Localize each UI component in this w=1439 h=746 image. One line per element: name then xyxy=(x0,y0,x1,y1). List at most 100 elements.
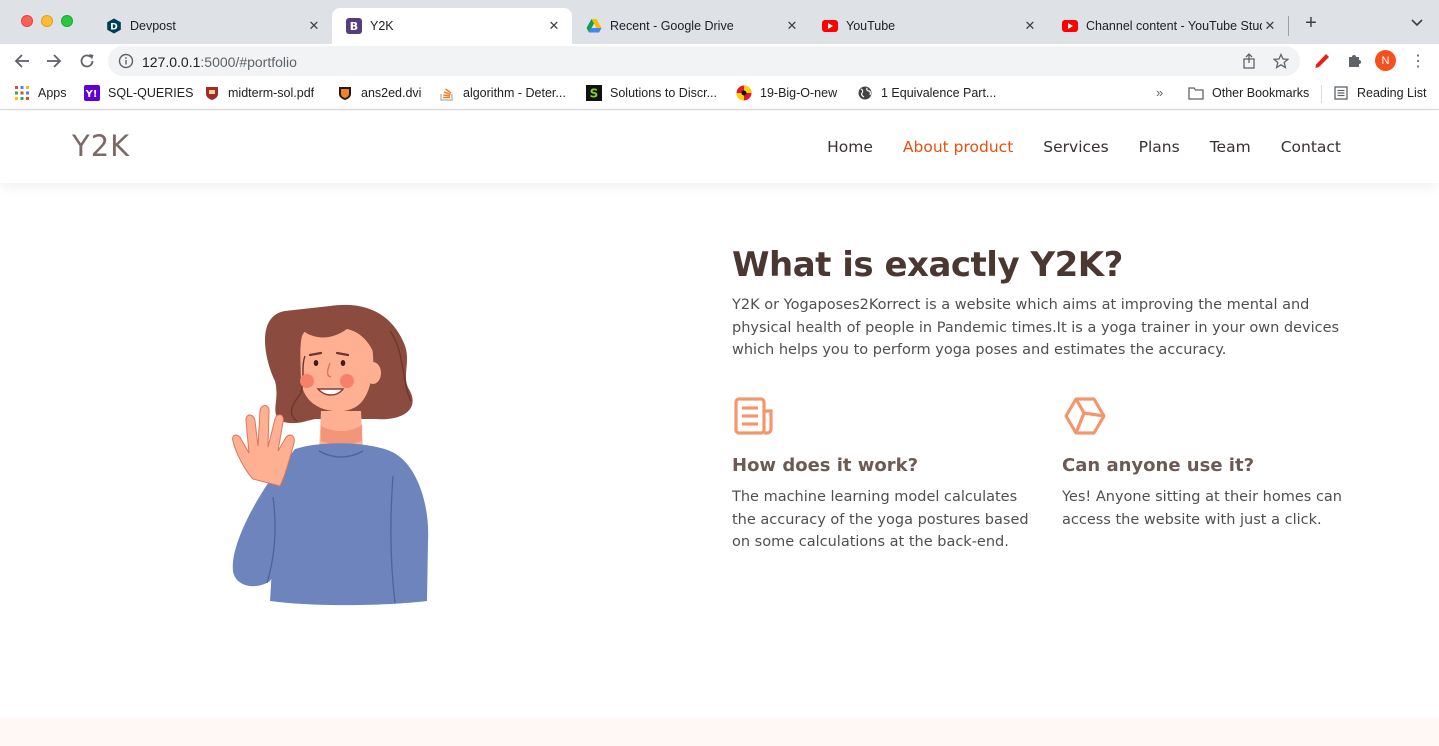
feature-can-anyone-use: Can anyone use it? Yes! Anyone sitting a… xyxy=(1062,395,1372,531)
bookmark-label: ans2ed.dvi xyxy=(361,86,422,100)
about-title: What is exactly Y2K? xyxy=(732,245,1123,285)
google-drive-icon xyxy=(586,18,602,34)
bookmark-ans2ed[interactable]: ans2ed.dvi xyxy=(337,83,421,103)
bookmark-label: midterm-sol.pdf xyxy=(228,86,315,100)
tab-google-drive[interactable]: Recent - Google Drive ✕ xyxy=(572,8,810,44)
bookmark-label: 1 Equivalence Part... xyxy=(881,86,997,100)
tab-search-chevron-icon[interactable] xyxy=(1408,14,1426,32)
tab-title: Y2K xyxy=(370,19,394,33)
close-icon[interactable]: ✕ xyxy=(784,18,800,34)
url-path: :5000/#portfolio xyxy=(200,54,297,70)
about-description: Y2K or Yogaposes2Korrect is a website wh… xyxy=(732,297,1340,358)
bookmark-midterm-sol[interactable]: midterm-sol.pdf xyxy=(204,83,314,103)
folder-icon xyxy=(1188,85,1204,101)
bookmark-algorithm[interactable]: algorithm - Deter... xyxy=(439,83,566,103)
bookmark-label: Apps xyxy=(38,86,67,100)
close-icon[interactable]: ✕ xyxy=(546,18,562,34)
bookmark-label: 19-Big-O-new xyxy=(760,86,838,100)
slader-icon: S xyxy=(586,85,602,101)
nav-plans[interactable]: Plans xyxy=(1139,138,1180,156)
url-text: 127.0.0.1:5000/#portfolio xyxy=(142,54,297,70)
bookmarks-divider xyxy=(1321,85,1322,103)
reading-list-button[interactable]: Reading List xyxy=(1333,83,1427,103)
bookmark-label: Solutions to Discr... xyxy=(610,86,717,100)
share-icon[interactable] xyxy=(1241,53,1257,69)
youtube-icon xyxy=(822,18,838,34)
nav-contact[interactable]: Contact xyxy=(1281,138,1341,156)
pen-extension-icon[interactable] xyxy=(1312,51,1332,71)
bookmark-label: Reading List xyxy=(1357,86,1427,100)
address-bar[interactable]: 127.0.0.1:5000/#portfolio xyxy=(108,46,1300,76)
profile-avatar[interactable]: N xyxy=(1375,50,1396,71)
window-zoom-button[interactable] xyxy=(61,15,73,27)
maryland-flag-icon xyxy=(736,85,752,101)
feature-how-it-works: How does it work? The machine learning m… xyxy=(732,395,1042,554)
bookmark-solutions[interactable]: S Solutions to Discr... xyxy=(586,83,717,103)
svg-text:D: D xyxy=(110,23,117,33)
tab-title: Recent - Google Drive xyxy=(610,19,734,33)
bookmark-sql-queries[interactable]: Y! SQL-QUERIES xyxy=(84,83,193,103)
nav-team[interactable]: Team xyxy=(1210,138,1251,156)
bootstrap-icon: B xyxy=(346,18,362,34)
university-crest-icon xyxy=(204,85,220,101)
svg-text:S: S xyxy=(590,87,599,101)
more-vertical-icon[interactable]: ⋮ xyxy=(1410,52,1426,70)
arrow-left-icon xyxy=(14,54,29,68)
apps-grid-icon xyxy=(14,85,30,101)
feature-text: The machine learning model calculates th… xyxy=(732,489,1029,550)
feature-title: How does it work? xyxy=(732,455,919,476)
princeton-shield-icon xyxy=(337,85,353,101)
tab-title: Channel content - YouTube Studio xyxy=(1086,19,1262,33)
window-minimize-button[interactable] xyxy=(41,15,53,27)
reload-icon xyxy=(80,54,94,68)
close-icon[interactable]: ✕ xyxy=(1262,18,1278,34)
new-tab-button[interactable]: + xyxy=(1300,12,1322,34)
feature-title: Can anyone use it? xyxy=(1062,455,1255,476)
site-header: Y2K Home About product Services Plans Te… xyxy=(0,111,1439,183)
bookmarks-bar: Apps Y! SQL-QUERIES midterm-sol.pdf ans2… xyxy=(0,77,1439,110)
back-button[interactable] xyxy=(10,49,34,73)
devpost-icon: D xyxy=(106,18,122,34)
browser-toolbar: 127.0.0.1:5000/#portfolio N ⋮ xyxy=(0,44,1439,77)
window-close-button[interactable] xyxy=(21,15,33,27)
nav-about-product[interactable]: About product xyxy=(903,138,1013,156)
bookmark-label: algorithm - Deter... xyxy=(463,86,566,100)
reading-list-icon xyxy=(1333,85,1349,101)
tab-title: YouTube xyxy=(846,19,896,33)
tab-youtube-studio[interactable]: Channel content - YouTube Studio ✕ xyxy=(1048,8,1288,44)
stackoverflow-icon xyxy=(439,85,455,101)
close-icon[interactable]: ✕ xyxy=(306,18,322,34)
reload-button[interactable] xyxy=(75,49,99,73)
site-logo[interactable]: Y2K xyxy=(72,129,130,163)
youtube-icon xyxy=(1062,18,1078,34)
close-icon[interactable]: ✕ xyxy=(1022,18,1038,34)
bookmark-apps[interactable]: Apps xyxy=(14,83,67,103)
browser-tab-strip: D Devpost ✕ B Y2K ✕ Recent - Google Driv… xyxy=(0,0,1439,44)
nav-services[interactable]: Services xyxy=(1043,138,1108,156)
feature-text: Yes! Anyone sitting at their homes can a… xyxy=(1062,489,1342,528)
bookmark-star-icon[interactable] xyxy=(1273,53,1289,69)
tab-youtube[interactable]: YouTube ✕ xyxy=(808,8,1048,44)
svg-text:Y!: Y! xyxy=(85,89,98,100)
bookmark-other-bookmarks[interactable]: Other Bookmarks xyxy=(1188,83,1309,103)
about-content: What is exactly Y2K? Y2K or Yogaposes2Ko… xyxy=(732,243,1372,550)
info-icon[interactable] xyxy=(118,53,134,69)
extensions-puzzle-icon[interactable] xyxy=(1344,51,1364,71)
bookmark-equivalence[interactable]: 1 Equivalence Part... xyxy=(857,83,996,103)
next-section-band xyxy=(0,718,1439,746)
svg-text:B: B xyxy=(350,20,358,33)
tab-devpost[interactable]: D Devpost ✕ xyxy=(92,8,332,44)
forward-button[interactable] xyxy=(42,49,66,73)
bookmarks-overflow-button[interactable]: » xyxy=(1156,85,1163,100)
cube-icon xyxy=(1064,397,1106,435)
yahoo-icon: Y! xyxy=(84,85,100,101)
bookmark-big-o[interactable]: 19-Big-O-new xyxy=(736,83,837,103)
tab-y2k[interactable]: B Y2K ✕ xyxy=(332,8,572,44)
bookmark-label: Other Bookmarks xyxy=(1212,86,1310,100)
site-nav: Home About product Services Plans Team C… xyxy=(827,138,1341,156)
about-section: What is exactly Y2K? Y2K or Yogaposes2Ko… xyxy=(0,183,1439,718)
globe-icon xyxy=(857,85,873,101)
waving-woman-illustration xyxy=(232,304,429,606)
nav-home[interactable]: Home xyxy=(827,138,873,156)
bookmark-label: SQL-QUERIES xyxy=(108,86,194,100)
